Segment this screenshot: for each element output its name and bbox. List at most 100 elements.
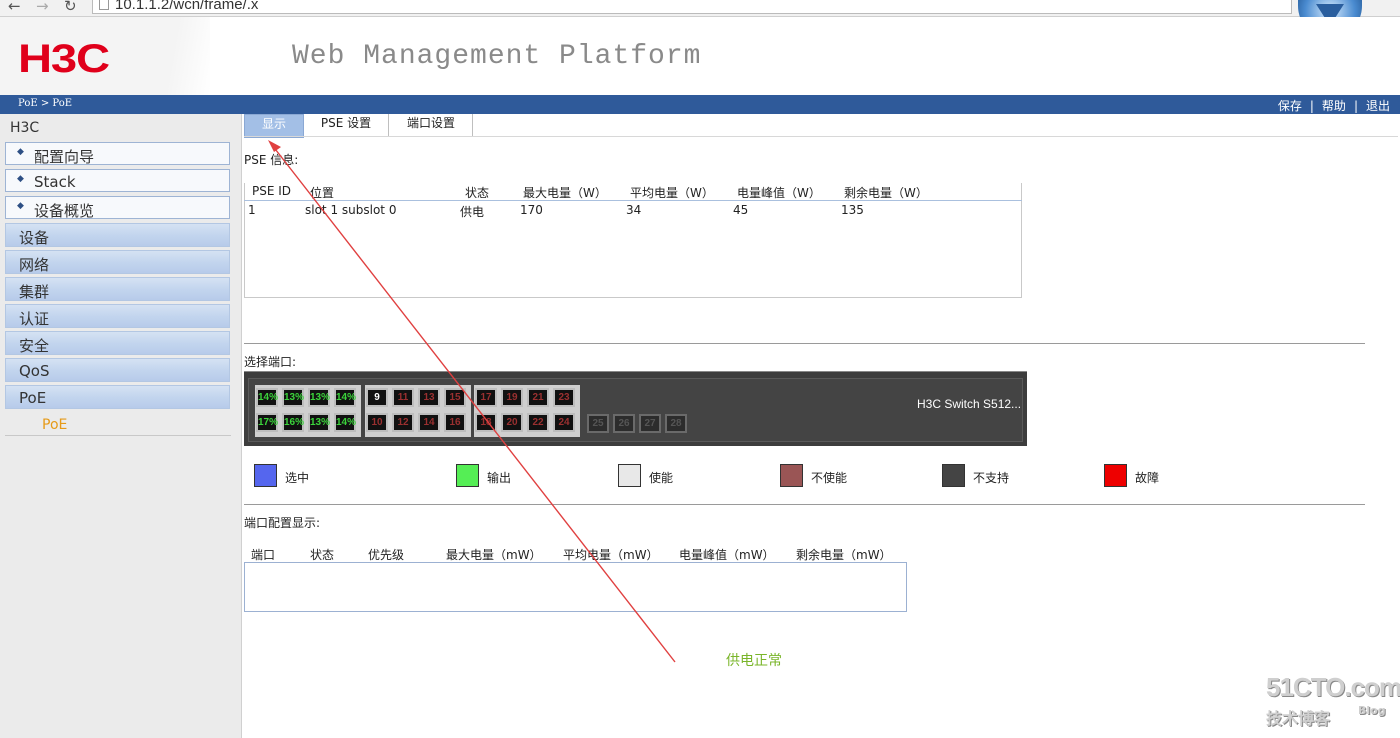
column-header: PSE ID [252, 184, 292, 198]
tab-display[interactable]: 显示 [244, 114, 304, 138]
column-header: 剩余电量（W） [844, 186, 928, 200]
table-cell: 135 [841, 203, 864, 217]
sidebar-item-overview[interactable]: ◆ 设备概览 [5, 196, 230, 220]
sfp-port-button[interactable]: 27 [639, 414, 661, 433]
port-button[interactable]: 23 [553, 388, 575, 407]
column-header: 状态 [310, 548, 335, 562]
sidebar-subitem-poe[interactable]: PoE [42, 417, 67, 433]
sidebar-item-device[interactable]: 设备 [5, 223, 230, 247]
port-button[interactable]: 13% [282, 388, 304, 407]
port-button[interactable]: 19 [501, 388, 523, 407]
sidebar-item-label: 安全 [19, 337, 50, 355]
port-config-label: 端口配置显示: [244, 516, 321, 530]
legend-label: 使能 [649, 471, 674, 485]
help-link[interactable]: 帮助 [1318, 99, 1350, 113]
divider [244, 504, 1365, 505]
tab-pse-settings[interactable]: PSE 设置 [304, 114, 389, 137]
watermark-logo: 51CTO.com [1266, 672, 1400, 702]
port-button[interactable]: 14 [418, 413, 440, 432]
divider [244, 343, 1365, 344]
pse-section-label: PSE 信息: [244, 153, 299, 167]
port-button[interactable]: 14% [256, 388, 278, 407]
legend-swatch [618, 464, 641, 487]
top-links: 保存 | 帮助 | 退出 [1274, 97, 1394, 114]
divider [244, 136, 1398, 137]
column-header: 剩余电量（mW） [796, 548, 892, 562]
port-button[interactable]: 10 [366, 413, 388, 432]
sidebar-item-cluster[interactable]: 集群 [5, 277, 230, 301]
port-button[interactable]: 14% [334, 413, 356, 432]
sidebar-item-label: 网络 [19, 256, 50, 274]
legend-swatch [456, 464, 479, 487]
sidebar-item-label: 认证 [19, 310, 50, 328]
port-button[interactable]: 14% [334, 388, 356, 407]
port-button[interactable]: 17% [256, 413, 278, 432]
port-button[interactable]: 17 [475, 388, 497, 407]
sfp-port-button[interactable]: 26 [613, 414, 635, 433]
port-button[interactable]: 21 [527, 388, 549, 407]
port-button[interactable]: 13% [308, 388, 330, 407]
sidebar-item-network[interactable]: 网络 [5, 250, 230, 274]
column-header: 最大电量（mW） [446, 548, 542, 562]
legend-swatch [254, 464, 277, 487]
column-header: 平均电量（W） [630, 186, 714, 200]
port-button[interactable]: 13% [308, 413, 330, 432]
port-button[interactable]: 15 [444, 388, 466, 407]
port-button[interactable]: 16% [282, 413, 304, 432]
back-arrow-icon[interactable]: ← [8, 0, 21, 15]
h3c-logo: H3C [18, 37, 110, 81]
nav-bar: PoE > PoE 保存 | 帮助 | 退出 [0, 95, 1400, 114]
browser-toolbar: ← → ↻ 10.1.1.2/wcn/frame/.x [0, 0, 1400, 17]
port-button[interactable]: 12 [392, 413, 414, 432]
table-cell: 1 [248, 203, 256, 217]
sidebar-item-auth[interactable]: 认证 [5, 304, 230, 328]
sidebar-title: H3C [10, 120, 40, 136]
column-header: 电量峰值（W） [737, 186, 821, 200]
sidebar-item-security[interactable]: 安全 [5, 331, 230, 355]
forward-arrow-icon[interactable]: → [36, 0, 49, 15]
legend-label: 输出 [487, 471, 512, 485]
reload-icon[interactable]: ↻ [64, 0, 77, 15]
port-button[interactable]: 24 [553, 413, 575, 432]
sfp-port-button[interactable]: 25 [587, 414, 609, 433]
legend-swatch [942, 464, 965, 487]
logout-link[interactable]: 退出 [1362, 99, 1394, 113]
address-bar[interactable]: 10.1.1.2/wcn/frame/.x [92, 0, 1292, 14]
table-cell: 45 [733, 203, 749, 217]
sidebar-item-label: 设备 [19, 229, 50, 247]
save-link[interactable]: 保存 [1274, 99, 1306, 113]
page-icon [99, 0, 109, 10]
port-button[interactable]: 16 [444, 413, 466, 432]
port-button[interactable]: 18 [475, 413, 497, 432]
sidebar-item-wizard[interactable]: ◆ 配置向导 [5, 142, 230, 166]
legend-label: 不支持 [973, 471, 1010, 485]
port-config-table [244, 562, 907, 612]
sidebar-item-label: 配置向导 [34, 148, 95, 166]
column-header: 最大电量（W） [523, 186, 607, 200]
url-text: 10.1.1.2/wcn/frame/.x [115, 0, 259, 13]
sidebar-item-label: QoS [19, 362, 50, 380]
legend-label: 故障 [1135, 471, 1160, 485]
divider [5, 435, 231, 436]
column-header: 平均电量（mW） [563, 548, 659, 562]
sidebar-item-qos[interactable]: QoS [5, 358, 230, 382]
table-cell: 170 [520, 203, 543, 217]
port-button[interactable]: 13 [418, 388, 440, 407]
legend-label: 不使能 [811, 471, 848, 485]
separator: | [1353, 99, 1358, 113]
diamond-icon: ◆ [17, 201, 24, 211]
port-button[interactable]: 22 [527, 413, 549, 432]
sfp-port-button[interactable]: 28 [665, 414, 687, 433]
tab-port-settings[interactable]: 端口设置 [390, 114, 473, 137]
sidebar-item-stack[interactable]: ◆ Stack [5, 169, 230, 192]
sidebar-item-label: 集群 [19, 283, 50, 301]
sidebar-item-poe[interactable]: PoE [5, 385, 230, 409]
switch-model-name: H3C Switch S512... [917, 397, 1022, 411]
column-header: 端口 [251, 548, 276, 562]
table-cell: 34 [626, 203, 642, 217]
port-button[interactable]: 20 [501, 413, 523, 432]
legend-swatch [1104, 464, 1127, 487]
port-button[interactable]: 9 [366, 388, 388, 407]
port-button[interactable]: 11 [392, 388, 414, 407]
column-header: 电量峰值（mW） [679, 548, 775, 562]
